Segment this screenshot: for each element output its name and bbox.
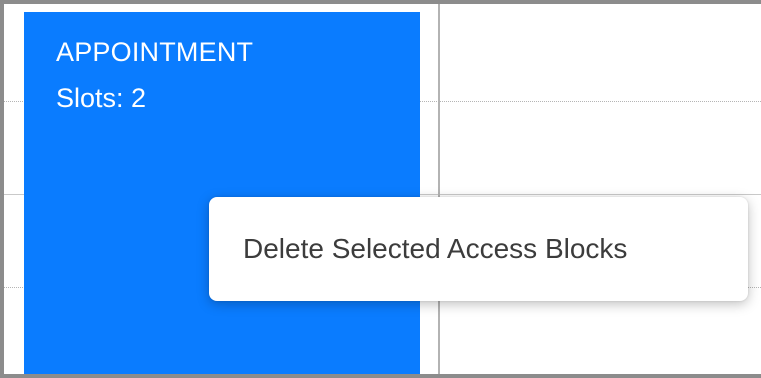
appointment-slots: Slots: 2 [56, 83, 147, 113]
appointment-title: APPOINTMENT [56, 37, 254, 67]
appointment-block[interactable]: APPOINTMENT Slots: 2 [24, 12, 420, 374]
calendar-frame: APPOINTMENT Slots: 2 [0, 0, 761, 378]
delete-selected-access-blocks-menu-item[interactable]: Delete Selected Access Blocks [243, 233, 627, 265]
context-menu: Delete Selected Access Blocks [209, 197, 748, 301]
column-divider [438, 4, 440, 374]
